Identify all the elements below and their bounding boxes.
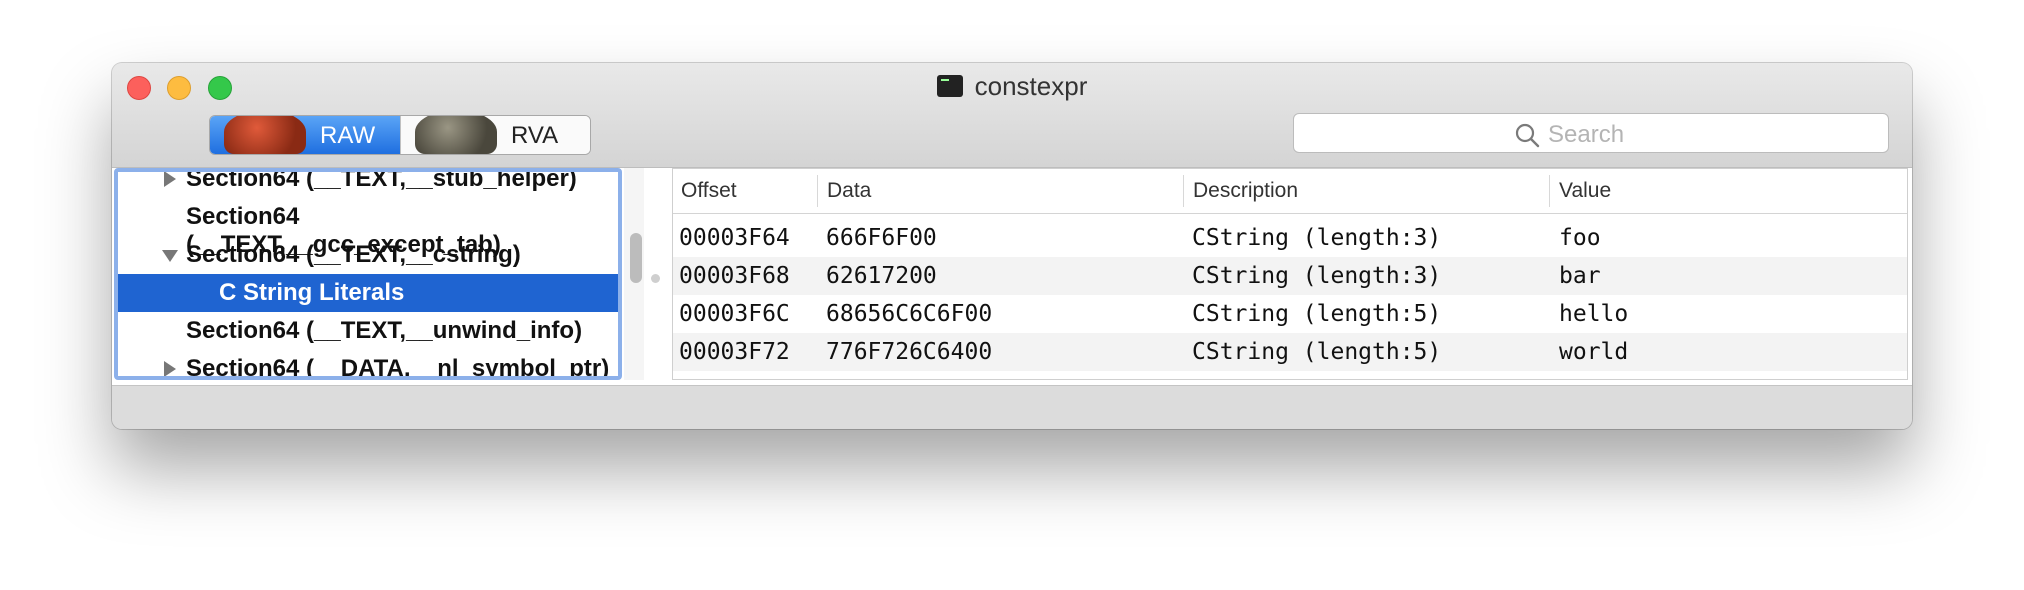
app-window: constexpr RAW RVA Search Section64 (__TE… xyxy=(112,63,1912,429)
column-header-description[interactable]: Description xyxy=(1193,179,1298,203)
tree-item-nl-symbol-ptr[interactable]: Section64 (__DATA,__nl_symbol_ptr) xyxy=(118,350,618,380)
tree-item-unwind-info[interactable]: Section64 (__TEXT,__unwind_info) xyxy=(118,312,618,350)
tree-item-stub-helper[interactable]: Section64 (__TEXT,__stub_helper) xyxy=(118,168,618,198)
column-divider[interactable] xyxy=(1549,175,1550,207)
column-header-value[interactable]: Value xyxy=(1559,179,1611,203)
cell-data: 62617200 xyxy=(826,263,937,289)
view-mode-segmented-control: RAW RVA xyxy=(209,115,591,155)
terminal-icon xyxy=(936,75,963,97)
table-row[interactable]: 00003F68 62617200 CString (length:3) bar xyxy=(673,257,1907,295)
table-row[interactable]: 00003F6C 68656C6C6F00 CString (length:5)… xyxy=(673,295,1907,333)
cell-value: bar xyxy=(1559,263,1601,289)
cell-data: 776F726C6400 xyxy=(826,339,993,365)
tree-item-c-string-literals[interactable]: C String Literals xyxy=(118,274,618,312)
search-placeholder: Search xyxy=(1548,121,1625,148)
cell-description: CString (length:3) xyxy=(1192,263,1442,289)
tree-item-label: Section64 (__TEXT,__stub_helper) xyxy=(186,168,577,192)
tree-item-gcc-except-tab[interactable]: Section64 (__TEXT,__gcc_except_tab) xyxy=(118,198,618,258)
window-title-group: constexpr xyxy=(112,71,1912,101)
title-bar: constexpr RAW RVA Search xyxy=(112,63,1912,168)
raw-segment-label: RAW xyxy=(320,122,376,149)
cell-description: CString (length:3) xyxy=(1192,225,1442,251)
cell-offset: 00003F6C xyxy=(679,301,790,327)
cell-data: 666F6F00 xyxy=(826,225,937,251)
column-divider[interactable] xyxy=(817,175,818,207)
rva-segment-label: RVA xyxy=(511,122,559,149)
table-row[interactable]: 00003F72 776F726C6400 CString (length:5)… xyxy=(673,333,1907,371)
table-row[interactable]: 00003F64 666F6F00 CString (length:3) foo xyxy=(673,219,1907,257)
table-header: Offset Data Description Value xyxy=(673,169,1907,214)
tree-item-label: Section64 (__TEXT,__cstring) xyxy=(186,241,521,268)
disclosure-triangle-icon[interactable] xyxy=(164,172,176,187)
split-view-divider-handle[interactable] xyxy=(651,274,660,283)
rva-image-icon xyxy=(415,116,497,154)
tree-item-label: C String Literals xyxy=(219,279,405,306)
raw-image-icon xyxy=(224,116,306,154)
cell-offset: 00003F68 xyxy=(679,263,790,289)
section-tree[interactable]: Section64 (__TEXT,__stub_helper) Section… xyxy=(114,168,622,380)
cell-description: CString (length:5) xyxy=(1192,301,1442,327)
disclosure-triangle-icon[interactable] xyxy=(162,250,178,262)
raw-segment[interactable]: RAW xyxy=(210,116,400,154)
disclosure-triangle-icon[interactable] xyxy=(164,361,176,376)
tree-item-label: Section64 (__DATA,__nl_symbol_ptr) xyxy=(186,355,610,380)
strings-table: Offset Data Description Value 00003F64 6… xyxy=(672,168,1908,380)
window-title: constexpr xyxy=(974,70,1088,101)
column-header-offset[interactable]: Offset xyxy=(681,179,737,203)
cell-value: foo xyxy=(1559,225,1601,251)
bottom-status-bar xyxy=(112,385,1912,429)
tree-item-cstring[interactable]: Section64 (__TEXT,__cstring) xyxy=(118,236,618,274)
column-divider[interactable] xyxy=(1183,175,1184,207)
tree-item-label: Section64 (__TEXT,__unwind_info) xyxy=(186,317,583,344)
search-field[interactable]: Search xyxy=(1293,113,1889,153)
cell-value: world xyxy=(1559,339,1629,365)
cell-offset: 00003F64 xyxy=(679,225,790,251)
search-icon xyxy=(1515,123,1540,148)
rva-segment[interactable]: RVA xyxy=(400,116,590,154)
cell-description: CString (length:5) xyxy=(1192,339,1442,365)
sidebar-scroll-thumb[interactable] xyxy=(630,233,642,283)
cell-value: hello xyxy=(1559,301,1629,327)
cell-data: 68656C6C6F00 xyxy=(826,301,993,327)
cell-offset: 00003F72 xyxy=(679,339,790,365)
column-header-data[interactable]: Data xyxy=(827,179,871,203)
main-content: Section64 (__TEXT,__stub_helper) Section… xyxy=(112,168,1912,385)
